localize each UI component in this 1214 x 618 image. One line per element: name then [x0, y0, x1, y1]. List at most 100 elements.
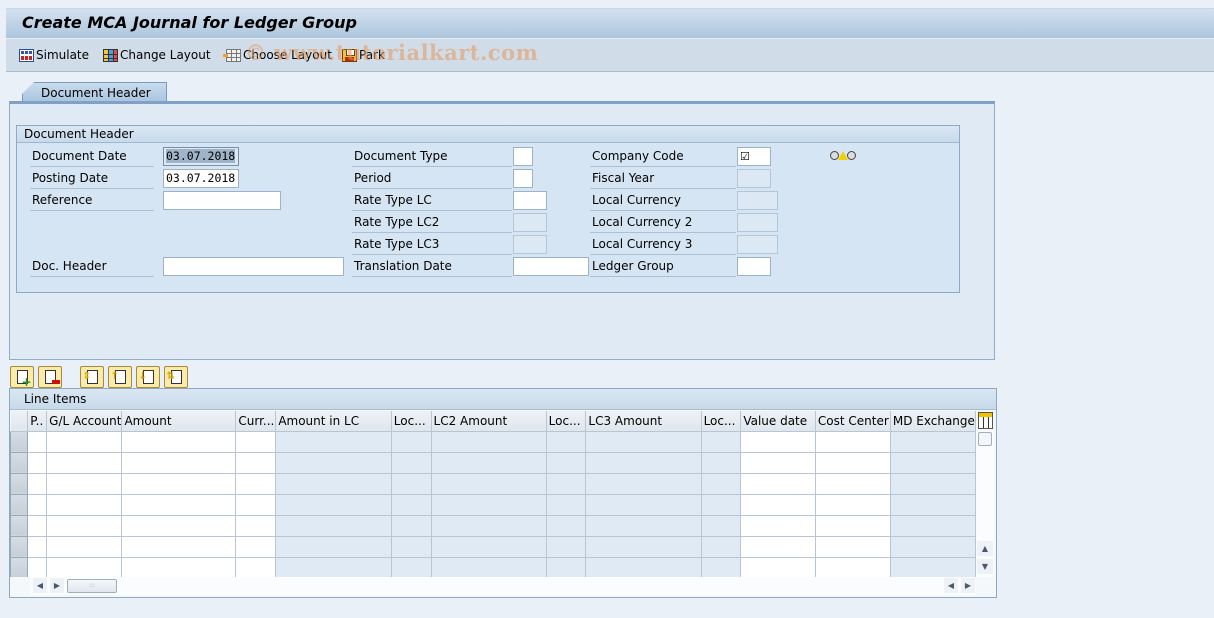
tab-document-header[interactable]: Document Header — [22, 82, 167, 103]
document-date-field[interactable]: 03.07.2018 — [163, 147, 239, 166]
column-header[interactable]: G/L Account — [46, 411, 123, 432]
delete-row-button[interactable] — [38, 366, 62, 388]
column-settings-icon[interactable] — [978, 412, 993, 429]
doc-header-field[interactable] — [163, 257, 344, 276]
choose-layout-button[interactable]: Choose Layout — [223, 48, 332, 62]
column-header[interactable]: Loc... — [546, 411, 587, 432]
table-cell — [391, 452, 432, 474]
park-button[interactable]: Park — [342, 48, 385, 62]
table-cell[interactable] — [235, 536, 277, 558]
translation-date-field[interactable] — [513, 257, 589, 276]
table-cell — [701, 536, 742, 558]
table-cell[interactable] — [121, 494, 237, 516]
scroll-up-button[interactable]: ▲ — [977, 541, 993, 556]
table-cell[interactable] — [235, 557, 277, 577]
table-cell[interactable] — [27, 536, 48, 558]
table-cell[interactable] — [46, 536, 123, 558]
vertical-scroll-thumb[interactable] — [978, 432, 992, 446]
reference-field[interactable] — [163, 191, 281, 210]
table-cell[interactable] — [815, 515, 891, 537]
simulate-button[interactable]: Simulate — [19, 48, 89, 62]
table-cell[interactable] — [235, 515, 277, 537]
table-cell[interactable] — [27, 473, 48, 495]
local-currency-2-field — [737, 213, 778, 232]
scroll-left-end-button[interactable]: ◀ — [944, 578, 958, 593]
row-selector[interactable] — [10, 493, 29, 516]
table-cell[interactable] — [27, 515, 48, 537]
table-cell[interactable] — [121, 473, 237, 495]
table-cell[interactable] — [121, 452, 237, 474]
table-cell[interactable] — [815, 473, 891, 495]
horizontal-scrollbar[interactable]: ◀ ▶ ::: ◀ ▶ — [30, 577, 976, 595]
change-layout-button[interactable]: Change Layout — [103, 48, 211, 62]
scroll-down-button[interactable]: ▼ — [977, 559, 993, 574]
period-field[interactable] — [513, 169, 533, 188]
table-cell[interactable] — [27, 494, 48, 516]
table-cell[interactable] — [740, 473, 816, 495]
column-header[interactable]: Value date — [740, 411, 816, 432]
append-row-button[interactable]: + — [10, 366, 34, 388]
row-selector[interactable] — [10, 556, 29, 577]
scroll-right-end-button[interactable]: ▶ — [961, 578, 975, 593]
table-cell[interactable] — [740, 557, 816, 577]
table-cell[interactable] — [740, 494, 816, 516]
table-cell[interactable] — [740, 536, 816, 558]
rate-type-lc-field[interactable] — [513, 191, 547, 210]
table-cell — [391, 536, 432, 558]
table-cell[interactable] — [27, 557, 48, 577]
scroll-right-button[interactable]: ▶ — [50, 578, 64, 593]
table-cell[interactable] — [46, 452, 123, 474]
table-cell[interactable] — [121, 557, 237, 577]
company-code-field[interactable]: ☑ — [737, 147, 771, 166]
scroll-left-button[interactable]: ◀ — [33, 578, 47, 593]
table-cell[interactable] — [740, 452, 816, 474]
column-header[interactable]: P.. — [27, 411, 48, 432]
vertical-scrollbar[interactable]: ▲ ▼ — [976, 431, 994, 577]
column-header[interactable]: MD Exchange — [890, 411, 976, 432]
row-selector[interactable] — [10, 430, 29, 453]
sort-rows-button[interactable]: ⇅ — [164, 366, 188, 388]
table-cell[interactable] — [815, 536, 891, 558]
table-cell[interactable] — [815, 452, 891, 474]
column-header[interactable]: Loc... — [391, 411, 432, 432]
table-cell — [890, 494, 976, 516]
posting-date-field[interactable]: 03.07.2018 — [163, 169, 239, 188]
move-rows-button[interactable]: ⇕ — [80, 366, 104, 388]
table-cell[interactable] — [27, 452, 48, 474]
select-all-header[interactable] — [10, 411, 29, 432]
horizontal-scroll-thumb[interactable]: ::: — [67, 579, 117, 593]
column-header[interactable]: Loc... — [701, 411, 742, 432]
table-cell[interactable] — [121, 536, 237, 558]
table-cell[interactable] — [235, 494, 277, 516]
column-header[interactable]: LC3 Amount — [585, 411, 702, 432]
move-up-button[interactable]: ↑ — [108, 366, 132, 388]
table-cell[interactable] — [815, 494, 891, 516]
table-cell[interactable] — [46, 557, 123, 577]
table-cell[interactable] — [815, 431, 891, 453]
move-down-button[interactable]: ↓ — [136, 366, 160, 388]
table-cell[interactable] — [235, 431, 277, 453]
table-cell[interactable] — [740, 431, 816, 453]
row-selector[interactable] — [10, 472, 29, 495]
table-cell[interactable] — [46, 515, 123, 537]
column-header[interactable]: Amount in LC — [275, 411, 392, 432]
table-cell[interactable] — [235, 452, 277, 474]
document-type-field[interactable] — [513, 147, 533, 166]
table-cell[interactable] — [121, 515, 237, 537]
column-header[interactable]: Cost Center — [815, 411, 891, 432]
column-header[interactable]: Amount — [121, 411, 237, 432]
table-cell[interactable] — [46, 494, 123, 516]
column-header[interactable]: Curr... — [235, 411, 277, 432]
row-selector[interactable] — [10, 535, 29, 558]
table-cell[interactable] — [46, 431, 123, 453]
table-cell[interactable] — [235, 473, 277, 495]
table-cell[interactable] — [27, 431, 48, 453]
ledger-group-field[interactable] — [737, 257, 771, 276]
row-selector[interactable] — [10, 451, 29, 474]
table-cell[interactable] — [740, 515, 816, 537]
column-header[interactable]: LC2 Amount — [431, 411, 547, 432]
row-selector[interactable] — [10, 514, 29, 537]
table-cell[interactable] — [121, 431, 237, 453]
table-cell[interactable] — [46, 473, 123, 495]
table-cell[interactable] — [815, 557, 891, 577]
